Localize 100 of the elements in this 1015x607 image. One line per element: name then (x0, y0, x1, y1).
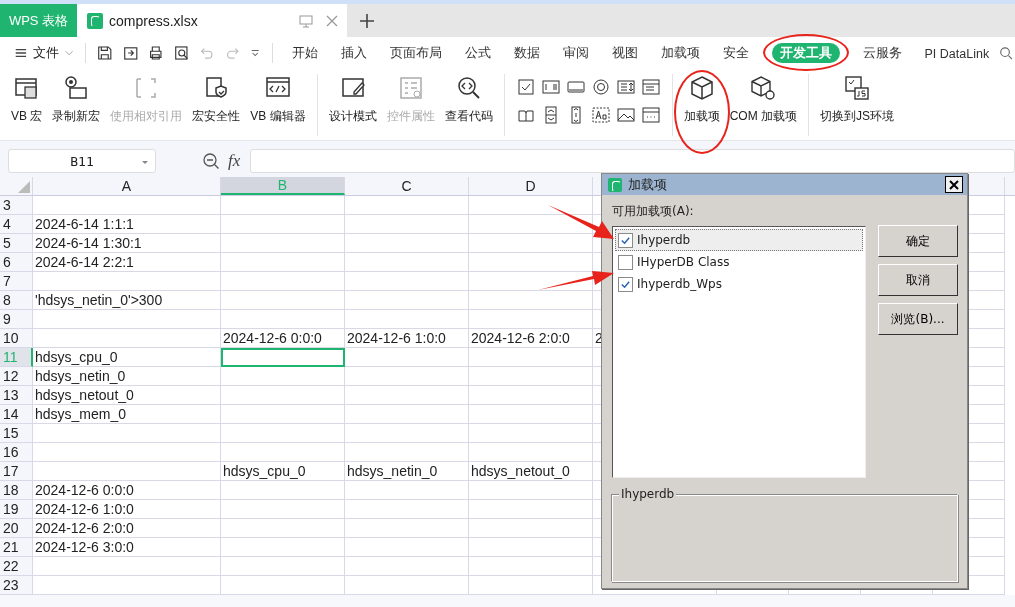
table-cell[interactable] (469, 310, 593, 329)
file-menu[interactable]: 文件 (32, 43, 59, 62)
ribbon-tab[interactable]: 视图 (611, 43, 638, 63)
table-cell[interactable] (33, 443, 221, 462)
print-preview-icon[interactable] (173, 43, 190, 62)
table-cell[interactable] (469, 538, 593, 557)
table-cell[interactable]: 2024-12-6 0:0:0 (221, 329, 345, 348)
close-icon[interactable] (325, 13, 339, 28)
table-cell[interactable] (345, 367, 469, 386)
row-header[interactable]: 22 (0, 557, 33, 576)
table-cell[interactable]: 2024-6-14 1:30:1 (33, 234, 221, 253)
row-header[interactable]: 14 (0, 405, 33, 424)
table-cell[interactable] (221, 576, 345, 595)
table-cell[interactable] (345, 196, 469, 215)
table-cell[interactable]: 'hdsys_netin_0'>300 (33, 291, 221, 310)
table-cell[interactable]: hdsys_netout_0 (33, 386, 221, 405)
dialog-button[interactable]: 浏览(B)... (878, 303, 958, 335)
dialog-button[interactable]: 取消 (878, 264, 958, 296)
frame-control-icon[interactable] (641, 106, 660, 124)
select-all-triangle-icon[interactable] (18, 181, 30, 193)
label-control-icon[interactable] (591, 106, 610, 124)
table-cell[interactable] (345, 253, 469, 272)
ribbon-tab[interactable]: 数据 (513, 43, 540, 63)
table-cell[interactable]: 2024-12-6 1:0:0 (33, 500, 221, 519)
table-cell[interactable] (221, 234, 345, 253)
checkbox[interactable] (618, 254, 633, 270)
table-cell[interactable] (345, 443, 469, 462)
table-cell[interactable] (33, 196, 221, 215)
table-cell[interactable]: 2024-12-6 2:0:0 (469, 329, 593, 348)
monitor-icon[interactable] (299, 13, 313, 28)
checkbox[interactable] (618, 276, 633, 292)
table-cell[interactable] (345, 215, 469, 234)
row-header[interactable]: 6 (0, 253, 33, 272)
ribbon-tab[interactable]: 加载项 (660, 43, 700, 63)
ribbon-button[interactable]: 设计模式 (326, 74, 379, 125)
radio-control-icon[interactable] (591, 78, 610, 96)
row-header[interactable]: 16 (0, 443, 33, 462)
table-cell[interactable] (469, 348, 593, 367)
text-field-control-icon[interactable] (541, 78, 560, 96)
row-header[interactable]: 4 (0, 215, 33, 234)
table-cell[interactable] (221, 538, 345, 557)
table-cell[interactable] (221, 367, 345, 386)
column-header[interactable]: C (401, 178, 412, 194)
ribbon-tab[interactable]: PI DataLink (924, 43, 990, 64)
table-cell[interactable]: hdsys_cpu_0 (33, 348, 221, 367)
table-cell[interactable] (33, 272, 221, 291)
table-cell[interactable] (221, 386, 345, 405)
list-control-icon[interactable] (616, 78, 635, 96)
table-cell[interactable]: 2024-12-6 1:0:0 (345, 329, 469, 348)
table-cell[interactable] (33, 329, 221, 348)
save-icon[interactable] (97, 43, 113, 62)
table-cell[interactable] (345, 272, 469, 291)
table-cell[interactable] (469, 424, 593, 443)
row-header[interactable]: 19 (0, 500, 33, 519)
ribbon-button[interactable]: VB 宏 (9, 74, 45, 125)
row-header[interactable]: 10 (0, 329, 33, 348)
table-cell[interactable] (33, 462, 221, 481)
table-cell[interactable] (469, 500, 593, 519)
ribbon-tab[interactable]: 页面布局 (389, 43, 442, 63)
combo-control-icon[interactable] (641, 78, 660, 96)
ribbon-tab[interactable]: 安全 (722, 43, 749, 63)
row-header[interactable]: 20 (0, 519, 33, 538)
print-icon[interactable] (148, 43, 164, 62)
table-cell[interactable] (33, 576, 221, 595)
row-header[interactable]: 3 (0, 196, 33, 215)
table-cell[interactable] (345, 291, 469, 310)
document-tab[interactable]: compress.xlsx (77, 4, 347, 37)
table-cell[interactable] (221, 405, 345, 424)
table-cell[interactable] (469, 576, 593, 595)
table-cell[interactable] (33, 424, 221, 443)
table-cell[interactable] (469, 557, 593, 576)
formula-input-field[interactable] (250, 149, 1015, 173)
ribbon-button[interactable]: 宏安全性 (190, 74, 243, 125)
table-cell[interactable] (221, 557, 345, 576)
list-item[interactable]: IHyperDB Class (615, 251, 863, 273)
table-cell[interactable] (345, 405, 469, 424)
column-header[interactable]: D (525, 178, 536, 194)
table-cell[interactable] (221, 443, 345, 462)
table-cell[interactable] (345, 481, 469, 500)
table-cell[interactable] (469, 234, 593, 253)
ribbon-button[interactable]: COM 加载项 (727, 74, 800, 125)
table-cell[interactable]: hdsys_netin_0 (33, 367, 221, 386)
table-cell[interactable] (33, 557, 221, 576)
table-cell[interactable] (345, 519, 469, 538)
table-cell[interactable] (345, 538, 469, 557)
table-cell[interactable] (345, 348, 469, 367)
table-cell[interactable]: 2024-6-14 1:1:1 (33, 215, 221, 234)
ribbon-tab[interactable]: 公式 (464, 43, 491, 63)
table-cell[interactable]: 2024-6-14 2:2:1 (33, 253, 221, 272)
close-button[interactable] (945, 176, 963, 193)
ribbon-button[interactable]: 加载项 (681, 74, 722, 125)
table-cell[interactable]: hdsys_netin_0 (345, 462, 469, 481)
row-header[interactable]: 23 (0, 576, 33, 595)
row-header[interactable]: 7 (0, 272, 33, 291)
row-header[interactable]: 18 (0, 481, 33, 500)
table-cell[interactable] (221, 253, 345, 272)
row-header[interactable]: 5 (0, 234, 33, 253)
ribbon-tab[interactable]: 审阅 (562, 43, 589, 63)
ribbon-button[interactable]: 录制新宏 (50, 74, 103, 125)
image-control-icon[interactable] (616, 106, 635, 124)
